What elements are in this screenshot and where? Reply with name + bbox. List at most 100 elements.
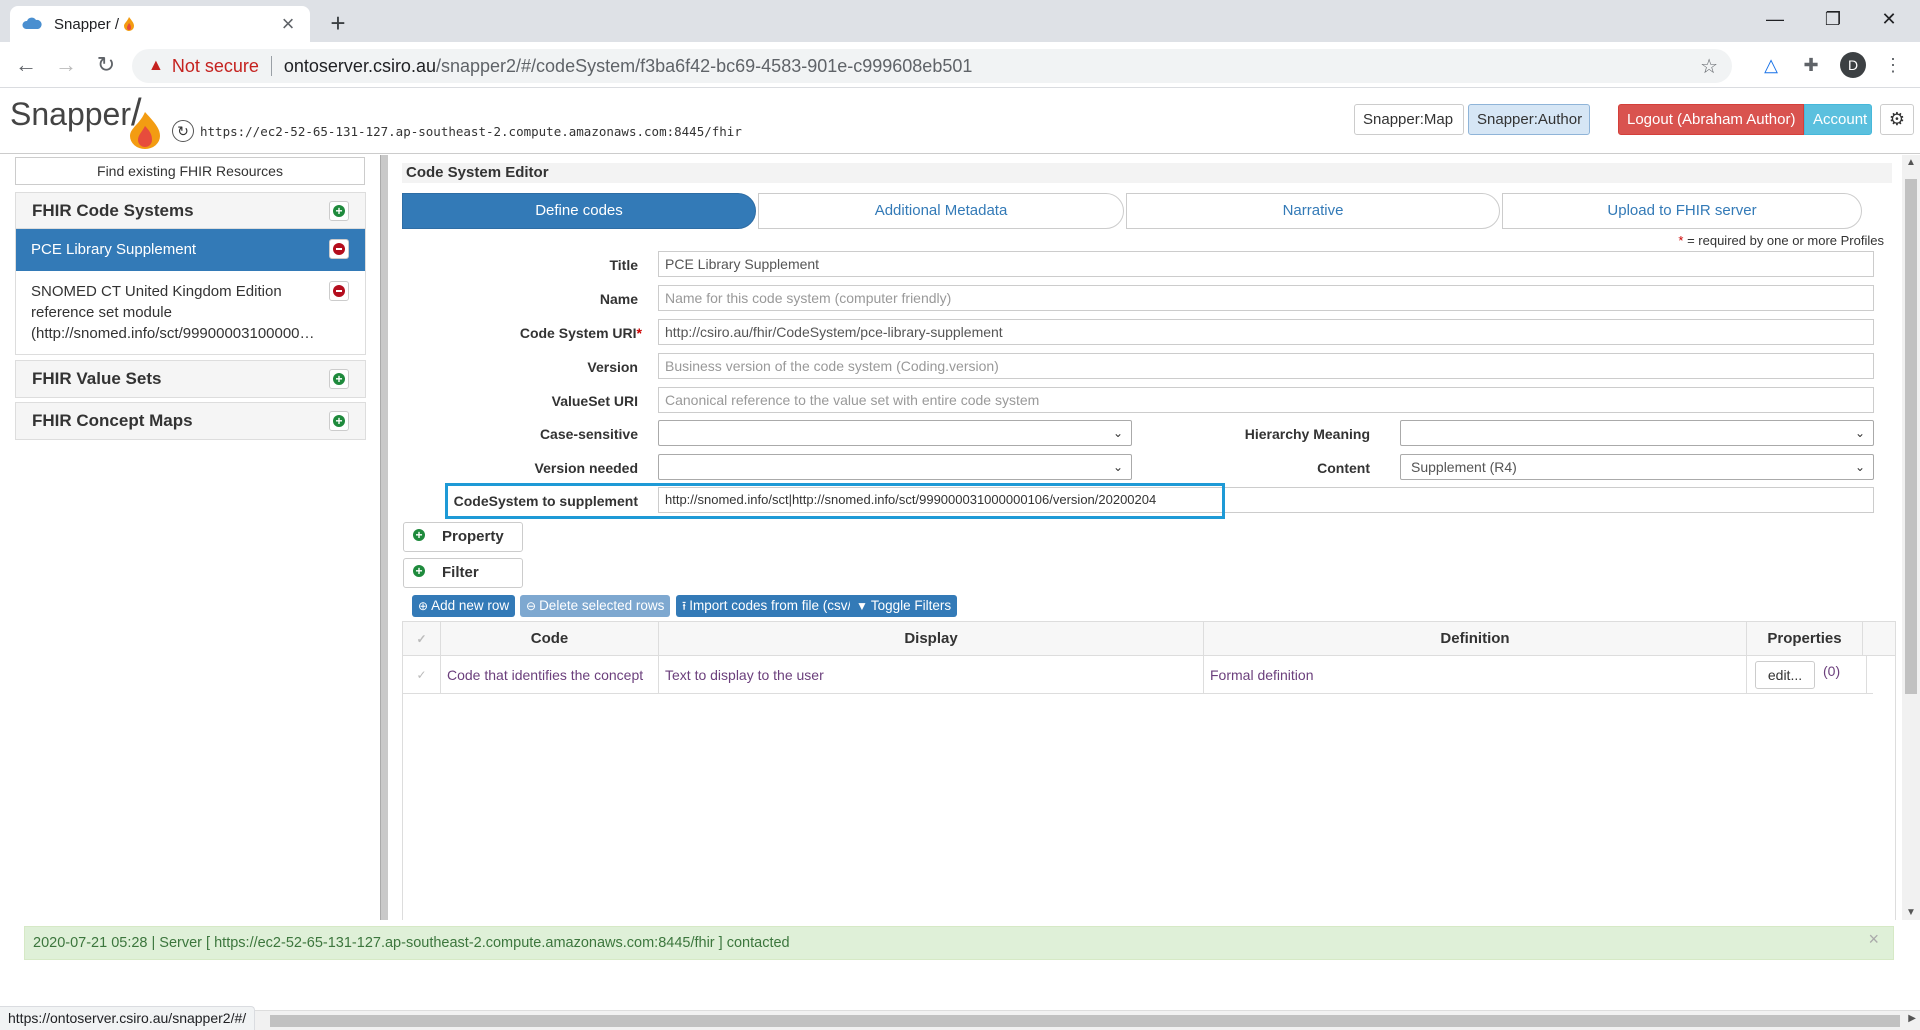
remove-icon[interactable] bbox=[329, 281, 349, 301]
chevron-down-icon: ⌄ bbox=[1854, 460, 1865, 474]
codes-grid: ✓ Code Display Definition Properties ✓ C… bbox=[402, 621, 1896, 920]
upload-icon: ⭱ bbox=[682, 599, 687, 613]
concept-maps-panel: FHIR Concept Maps bbox=[15, 402, 366, 440]
find-resources-button[interactable]: Find existing FHIR Resources bbox=[15, 157, 365, 185]
chevron-down-icon: ⌄ bbox=[1112, 460, 1123, 474]
extension-triangle-icon[interactable]: △ bbox=[1758, 52, 1784, 78]
chevron-down-icon: ⌄ bbox=[1854, 426, 1865, 440]
valueset-uri-input[interactable]: Canonical reference to the value set wit… bbox=[658, 387, 1874, 413]
tab-define-codes[interactable]: Define codes bbox=[402, 193, 756, 229]
app-header: Snapper/ ↻ https://ec2-52-65-131-127.ap-… bbox=[0, 88, 1920, 154]
plus-circle-icon bbox=[410, 525, 430, 546]
close-icon[interactable]: × bbox=[1868, 923, 1879, 955]
divider bbox=[270, 56, 272, 76]
add-concept-map-icon[interactable] bbox=[329, 411, 349, 431]
content-select[interactable]: Supplement (R4) ⌄ bbox=[1400, 454, 1874, 480]
tab-close-icon[interactable]: × bbox=[278, 13, 298, 35]
browser-tab[interactable]: Snapper / × bbox=[10, 6, 310, 42]
supplement-input[interactable]: http://snomed.info/sct|http://snomed.inf… bbox=[658, 487, 1874, 513]
cell-code[interactable]: Code that identifies the concept bbox=[441, 656, 659, 694]
add-row-button[interactable]: ⊕ Add new row bbox=[412, 595, 516, 617]
value-sets-header[interactable]: FHIR Value Sets bbox=[16, 361, 365, 397]
sidebar-item-pce-library[interactable]: PCE Library Supplement bbox=[16, 229, 365, 271]
scroll-down-icon[interactable]: ▼ bbox=[1906, 907, 1916, 918]
minimize-icon[interactable]: — bbox=[1752, 4, 1798, 34]
scroll-up-icon[interactable]: ▲ bbox=[1906, 157, 1916, 168]
logout-button[interactable]: Logout (Abraham Author) bbox=[1618, 104, 1804, 135]
forward-icon[interactable]: → bbox=[52, 51, 80, 79]
uri-input[interactable]: http://csiro.au/fhir/CodeSystem/pce-libr… bbox=[658, 319, 1874, 345]
pane-splitter[interactable] bbox=[380, 155, 388, 920]
sidebar-item-snomed-uk[interactable]: SNOMED CT United Kingdom Edition referen… bbox=[16, 271, 365, 354]
gear-icon[interactable]: ⚙ bbox=[1880, 104, 1914, 135]
code-system-editor: Code System Editor Define codes Addition… bbox=[388, 155, 1900, 920]
tab-additional-metadata[interactable]: Additional Metadata bbox=[758, 193, 1124, 229]
name-input[interactable]: Name for this code system (computer frie… bbox=[658, 285, 1874, 311]
version-needed-select[interactable]: ⌄ bbox=[658, 454, 1132, 480]
add-value-set-icon[interactable] bbox=[329, 369, 349, 389]
restore-icon[interactable]: ❐ bbox=[1810, 4, 1856, 34]
concept-maps-header[interactable]: FHIR Concept Maps bbox=[16, 403, 365, 439]
header-properties[interactable]: Properties bbox=[1747, 622, 1863, 656]
cell-display[interactable]: Text to display to the user bbox=[659, 656, 1204, 694]
table-row[interactable]: ✓ Code that identifies the concept Text … bbox=[403, 656, 1873, 694]
version-label: Version bbox=[587, 359, 638, 375]
scroll-thumb[interactable] bbox=[270, 1015, 1900, 1027]
extensions-puzzle-icon[interactable]: ✚ bbox=[1798, 52, 1824, 78]
tab-narrative[interactable]: Narrative bbox=[1126, 193, 1500, 229]
cloud-icon bbox=[22, 17, 42, 29]
edit-properties-button[interactable]: edit... bbox=[1755, 661, 1815, 689]
case-sensitive-select[interactable]: ⌄ bbox=[658, 420, 1132, 446]
header-code[interactable]: Code bbox=[441, 622, 659, 656]
filter-toggle-button[interactable]: Filter bbox=[403, 558, 523, 588]
status-message: 2020-07-21 05:28 | Server [ https://ec2-… bbox=[24, 926, 1894, 960]
code-systems-header[interactable]: FHIR Code Systems bbox=[16, 193, 365, 229]
grid-header-row: ✓ Code Display Definition Properties bbox=[403, 622, 1895, 656]
scroll-thumb[interactable] bbox=[1905, 179, 1917, 694]
valueset-uri-label: ValueSet URI bbox=[551, 393, 638, 409]
plus-circle-icon: ⊕ bbox=[418, 599, 429, 613]
import-codes-button[interactable]: ⭱ Import codes from file (csv/tsv) bbox=[676, 595, 879, 617]
cell-definition[interactable]: Formal definition bbox=[1204, 656, 1747, 694]
close-window-icon[interactable]: ✕ bbox=[1866, 4, 1912, 34]
name-label: Name bbox=[599, 291, 638, 307]
new-tab-icon[interactable]: + bbox=[325, 8, 351, 39]
back-icon[interactable]: ← bbox=[12, 51, 40, 79]
page-title: Code System Editor bbox=[402, 163, 1892, 183]
plus-circle-icon bbox=[410, 561, 430, 582]
toggle-filters-button[interactable]: ▼ Toggle Filters bbox=[850, 595, 958, 617]
case-sensitive-label: Case-sensitive bbox=[539, 426, 638, 442]
vertical-scrollbar[interactable]: ▲ ▼ bbox=[1902, 155, 1920, 920]
tab-upload[interactable]: Upload to FHIR server bbox=[1502, 193, 1862, 229]
property-toggle-button[interactable]: Property bbox=[403, 522, 523, 552]
title-input[interactable]: PCE Library Supplement bbox=[658, 251, 1874, 277]
header-display[interactable]: Display bbox=[659, 622, 1204, 656]
hierarchy-meaning-label: Hierarchy Meaning bbox=[1244, 426, 1370, 442]
sidebar: Find existing FHIR Resources FHIR Code S… bbox=[0, 155, 380, 920]
select-all-checkbox[interactable]: ✓ bbox=[403, 622, 441, 656]
link-preview: https://ontoserver.csiro.au/snapper2/#/ bbox=[0, 1006, 256, 1030]
snapper-map-button[interactable]: Snapper:Map bbox=[1354, 104, 1464, 135]
url-host: ontoserver.csiro.au bbox=[283, 55, 436, 76]
add-code-system-icon[interactable] bbox=[329, 201, 349, 221]
address-bar[interactable]: ▲ Not secure ontoserver.csiro.au/snapper… bbox=[132, 49, 1732, 83]
refresh-server-icon[interactable]: ↻ bbox=[172, 120, 194, 142]
remove-icon[interactable] bbox=[329, 239, 349, 259]
property-count: (0) bbox=[1823, 663, 1841, 679]
row-checkbox[interactable]: ✓ bbox=[403, 656, 441, 694]
bookmark-star-icon[interactable]: ☆ bbox=[1700, 54, 1718, 79]
tab-title: Snapper / bbox=[54, 16, 278, 33]
reload-icon[interactable]: ↻ bbox=[92, 51, 120, 79]
menu-kebab-icon[interactable]: ⋮ bbox=[1880, 52, 1906, 78]
not-secure-label: Not secure bbox=[171, 55, 259, 76]
hierarchy-meaning-select[interactable]: ⌄ bbox=[1400, 420, 1874, 446]
delete-rows-button[interactable]: ⊖ Delete selected rows bbox=[520, 595, 671, 617]
version-input[interactable]: Business version of the code system (Cod… bbox=[658, 353, 1874, 379]
profile-avatar[interactable]: D bbox=[1840, 52, 1866, 78]
account-button[interactable]: Account bbox=[1804, 104, 1872, 135]
scroll-right-icon[interactable]: ▶ bbox=[1908, 1013, 1916, 1024]
filter-funnel-icon: ▼ bbox=[856, 599, 868, 613]
snapper-author-button[interactable]: Snapper:Author bbox=[1468, 104, 1590, 135]
horizontal-scrollbar[interactable]: ▶ bbox=[0, 1010, 1920, 1030]
header-definition[interactable]: Definition bbox=[1204, 622, 1747, 656]
